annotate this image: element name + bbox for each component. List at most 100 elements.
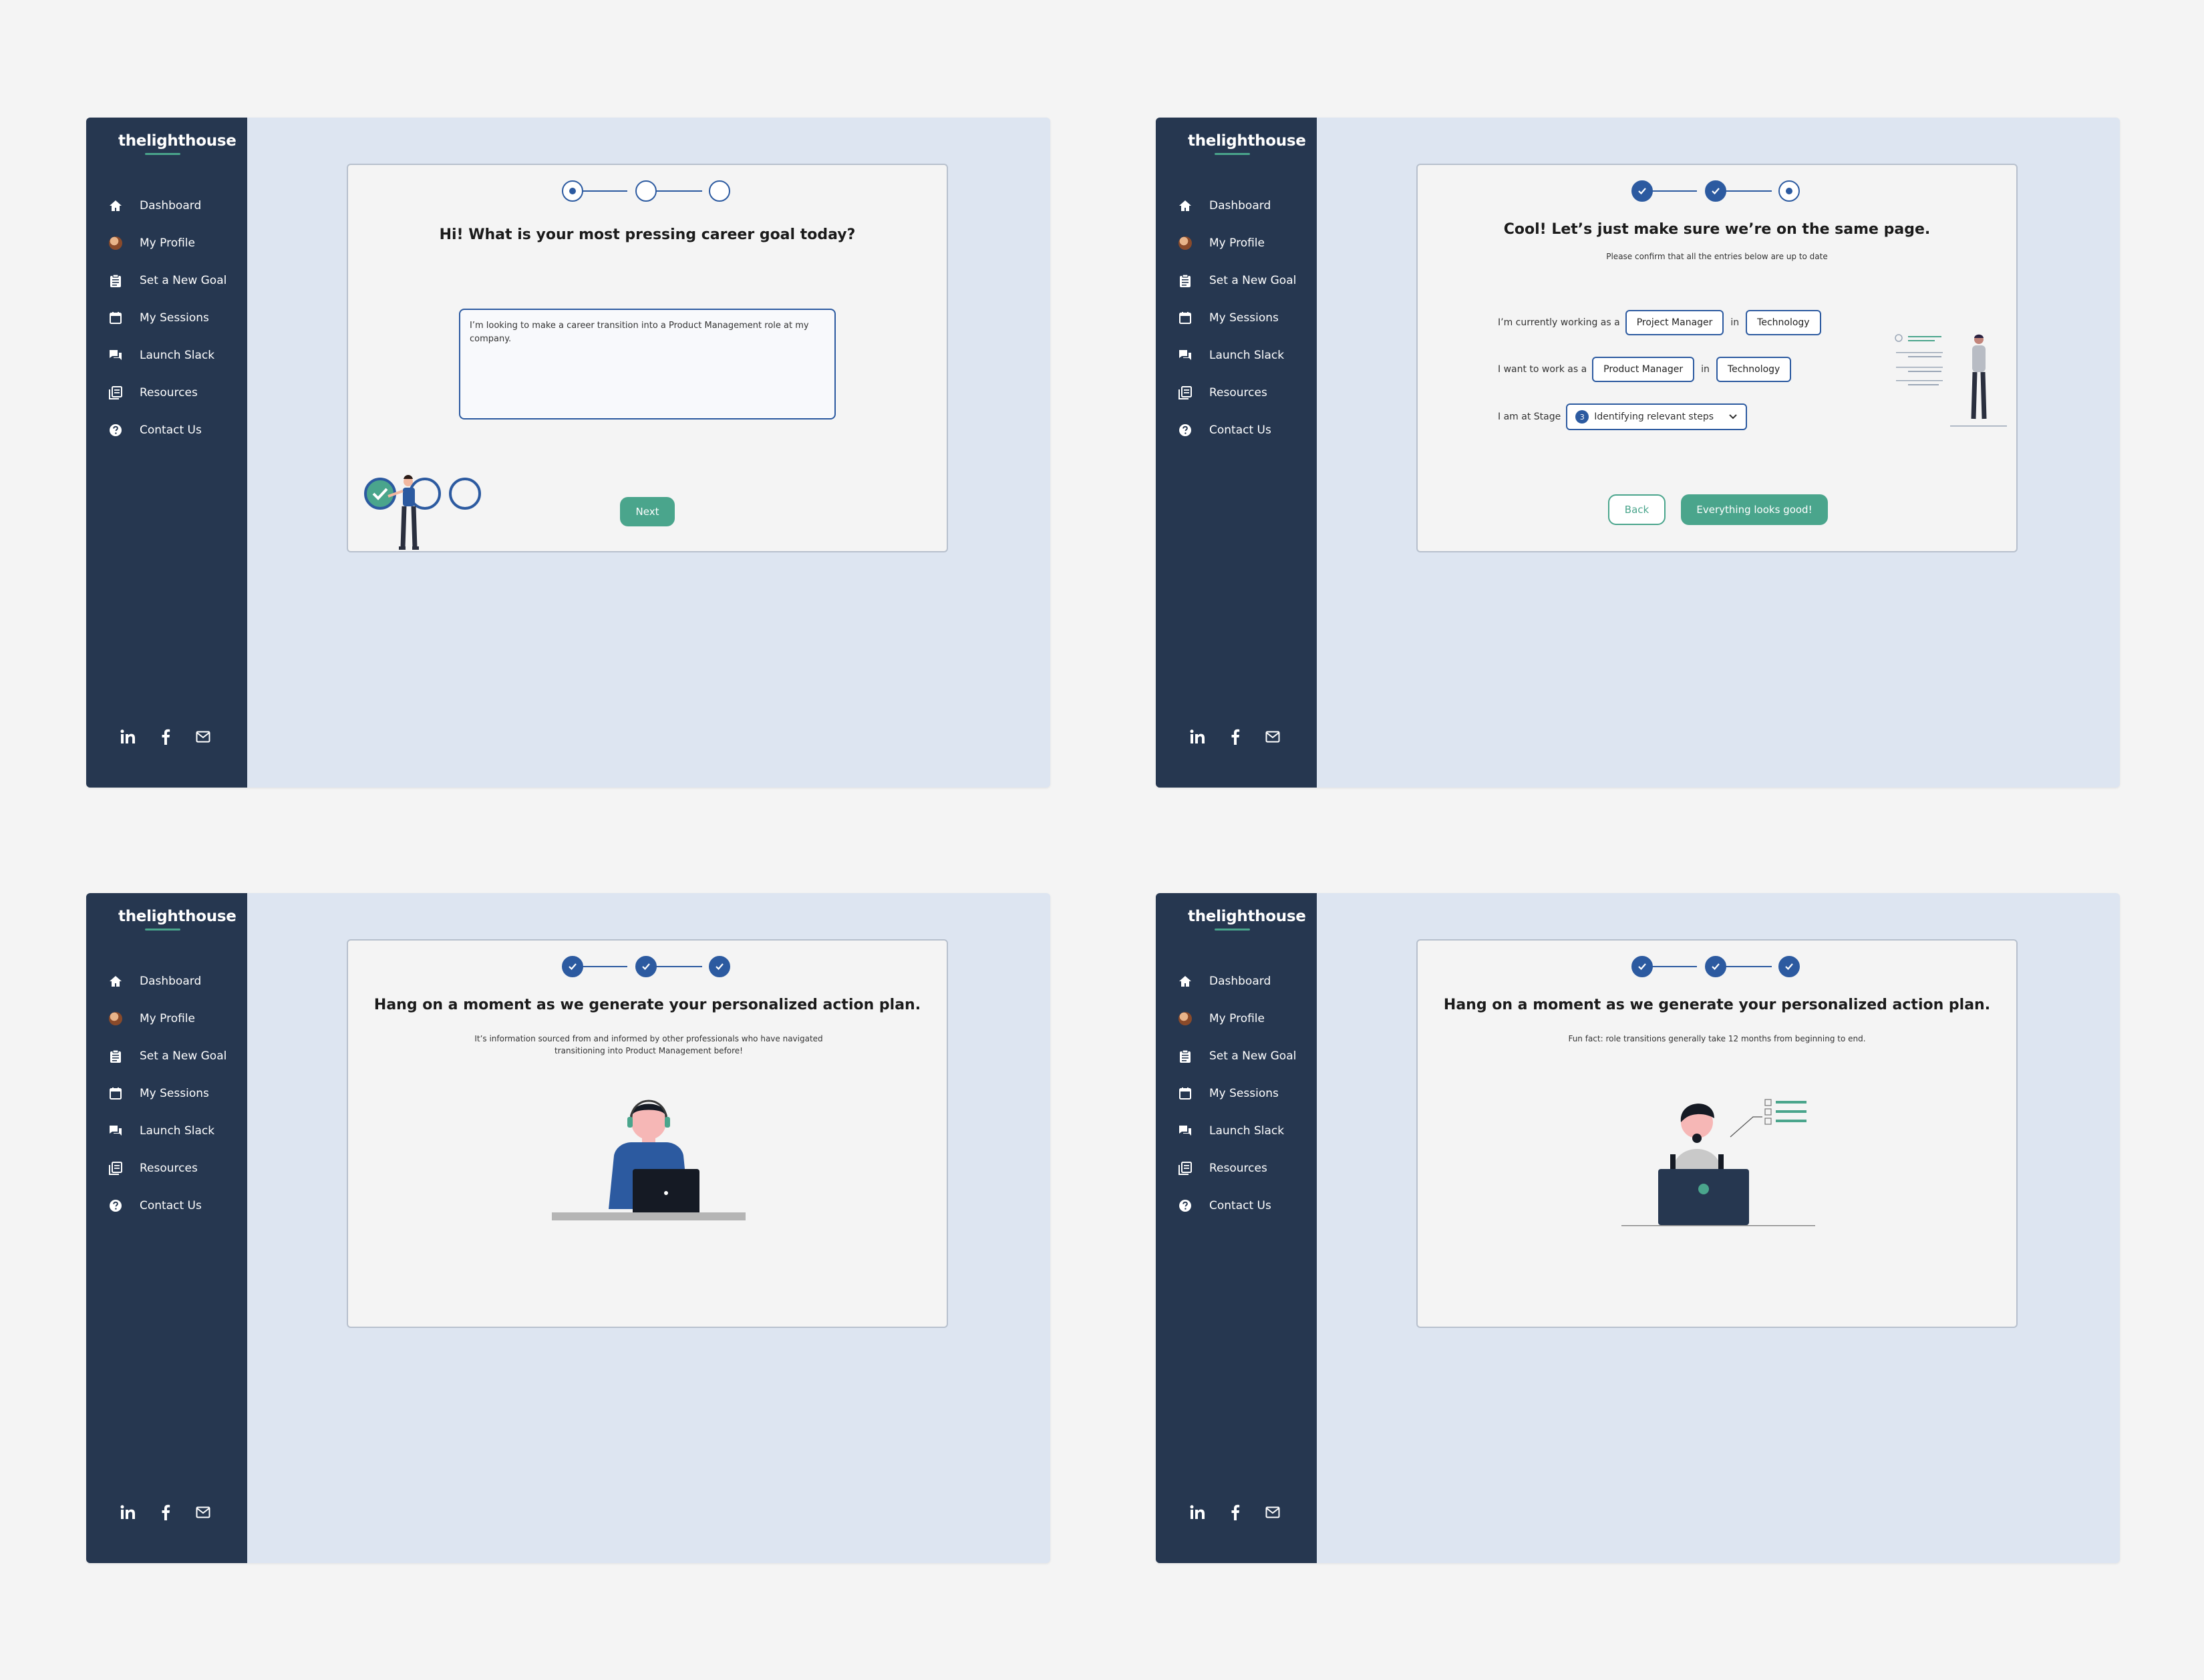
sidebar-item-label: Resources	[1209, 1162, 1267, 1175]
step-3	[709, 180, 730, 202]
clipboard-icon	[108, 1049, 123, 1063]
confirm-button[interactable]: Everything looks good!	[1681, 494, 1828, 525]
sidebar-item-dashboard[interactable]: Dashboard	[86, 192, 247, 219]
check-icon	[1638, 963, 1646, 971]
in-label: in	[1701, 364, 1710, 375]
home-icon	[1178, 974, 1193, 989]
logo-underline	[1215, 929, 1250, 931]
sidebar-item-resources[interactable]: Resources	[86, 1155, 247, 1182]
progress-stepper	[348, 178, 947, 205]
sidebar-item-launch-slack[interactable]: Launch Slack	[86, 342, 247, 369]
step-1-done	[1631, 180, 1653, 202]
mail-icon[interactable]	[194, 727, 212, 746]
help-icon	[108, 423, 123, 438]
sidebar-item-set-a-new-goal[interactable]: Set a New Goal	[86, 1043, 247, 1069]
home-icon	[108, 198, 123, 213]
help-icon	[1178, 423, 1193, 438]
chevron-down-icon	[1729, 414, 1737, 419]
logo[interactable]: thelighthouse	[118, 132, 237, 150]
sidebar-item-my-profile[interactable]: My Profile	[1156, 230, 1317, 257]
sidebar-item-dashboard[interactable]: Dashboard	[1156, 968, 1317, 995]
sidebar-item-resources[interactable]: Resources	[86, 379, 247, 406]
sidebar-item-contact-us[interactable]: Contact Us	[1156, 1192, 1317, 1219]
facebook-icon[interactable]	[1226, 1503, 1245, 1522]
step-1-done	[562, 956, 583, 977]
current-role-chip[interactable]: Project Manager	[1625, 310, 1724, 335]
target-industry-chip[interactable]: Technology	[1716, 357, 1792, 382]
sidebar-item-launch-slack[interactable]: Launch Slack	[1156, 1118, 1317, 1144]
linkedin-icon[interactable]	[1189, 1503, 1207, 1522]
sidebar-item-label: My Sessions	[140, 1087, 209, 1100]
facebook-icon[interactable]	[156, 1503, 175, 1522]
mail-icon[interactable]	[1263, 727, 1282, 746]
next-button[interactable]: Next	[620, 497, 675, 526]
progress-stepper	[348, 954, 947, 981]
step-2-done	[635, 956, 657, 977]
sidebar-item-set-a-new-goal[interactable]: Set a New Goal	[1156, 267, 1317, 294]
sidebar-item-label: Launch Slack	[1209, 1124, 1285, 1138]
logo[interactable]: thelighthouse	[1188, 908, 1306, 925]
sidebar-item-resources[interactable]: Resources	[1156, 1155, 1317, 1182]
man-laptop-illustration	[548, 1089, 749, 1229]
page-title: Hi! What is your most pressing career go…	[439, 226, 856, 243]
sidebar-item-resources[interactable]: Resources	[1156, 379, 1317, 406]
linkedin-icon[interactable]	[1189, 727, 1207, 746]
sidebar-item-my-sessions[interactable]: My Sessions	[1156, 305, 1317, 331]
check-icon	[716, 963, 724, 971]
chat-icon	[1178, 1124, 1193, 1138]
linkedin-icon[interactable]	[119, 1503, 138, 1522]
logo[interactable]: thelighthouse	[118, 908, 237, 925]
sidebar-item-my-sessions[interactable]: My Sessions	[86, 305, 247, 331]
sidebar-item-contact-us[interactable]: Contact Us	[86, 1192, 247, 1219]
career-goal-textarea[interactable]: I’m looking to make a career transition …	[459, 309, 836, 419]
logo[interactable]: thelighthouse	[1188, 132, 1306, 150]
woman-laptop-illustration	[1618, 1089, 1819, 1229]
linkedin-icon[interactable]	[119, 727, 138, 746]
progress-stepper	[1418, 178, 2016, 205]
facebook-icon[interactable]	[1226, 727, 1245, 746]
sidebar-item-label: Contact Us	[1209, 424, 1271, 437]
avatar	[108, 1011, 123, 1026]
target-role-chip[interactable]: Product Manager	[1592, 357, 1695, 382]
sidebar-item-my-sessions[interactable]: My Sessions	[86, 1080, 247, 1107]
sidebar-item-contact-us[interactable]: Contact Us	[86, 417, 247, 444]
sidebar-item-label: Launch Slack	[140, 1124, 215, 1138]
sidebar-item-contact-us[interactable]: Contact Us	[1156, 417, 1317, 444]
in-label: in	[1730, 317, 1740, 328]
sidebar-item-label: My Sessions	[140, 311, 209, 325]
sidebar-item-set-a-new-goal[interactable]: Set a New Goal	[86, 267, 247, 294]
sidebar: thelighthouse Dashboard My Profile Set a N…	[1156, 118, 1317, 788]
sidebar-item-my-profile[interactable]: My Profile	[86, 230, 247, 257]
screen-confirm-entries: thelighthouse Dashboard My Profile Set a N…	[1156, 118, 2120, 788]
mail-icon[interactable]	[1263, 1503, 1282, 1522]
sidebar-item-label: Contact Us	[1209, 1199, 1271, 1212]
sidebar-item-my-profile[interactable]: My Profile	[1156, 1005, 1317, 1032]
sidebar-item-launch-slack[interactable]: Launch Slack	[86, 1118, 247, 1144]
stage-select[interactable]: 3 Identifying relevant steps	[1566, 403, 1748, 430]
check-icon	[1712, 963, 1720, 971]
current-industry-chip[interactable]: Technology	[1746, 310, 1821, 335]
sidebar-item-label: My Profile	[1209, 1012, 1265, 1025]
sidebar-item-dashboard[interactable]: Dashboard	[86, 968, 247, 995]
page-subtitle: Please confirm that all the entries belo…	[1606, 252, 1828, 261]
book-icon	[108, 385, 123, 400]
sidebar-item-dashboard[interactable]: Dashboard	[1156, 192, 1317, 219]
chat-icon	[108, 348, 123, 363]
page-title: Cool! Let’s just make sure we’re on the …	[1503, 221, 1931, 238]
stage-row: I am at Stage 3 Identifying relevant ste…	[1498, 403, 1748, 430]
step-3-done	[709, 956, 730, 977]
sidebar-item-launch-slack[interactable]: Launch Slack	[1156, 342, 1317, 369]
facebook-icon[interactable]	[156, 727, 175, 746]
sidebar-item-label: Contact Us	[140, 1199, 202, 1212]
home-icon	[108, 974, 123, 989]
help-icon	[108, 1198, 123, 1213]
sidebar-item-set-a-new-goal[interactable]: Set a New Goal	[1156, 1043, 1317, 1069]
sidebar-item-my-sessions[interactable]: My Sessions	[1156, 1080, 1317, 1107]
check-icon	[642, 963, 650, 971]
sidebar-item-my-profile[interactable]: My Profile	[86, 1005, 247, 1032]
stage-value: Identifying relevant steps	[1594, 411, 1714, 422]
page-subtitle: Fun fact: role transitions generally tak…	[1568, 1034, 1866, 1043]
back-button[interactable]: Back	[1608, 494, 1666, 525]
mail-icon[interactable]	[194, 1503, 212, 1522]
sidebar-item-label: Dashboard	[140, 199, 202, 212]
